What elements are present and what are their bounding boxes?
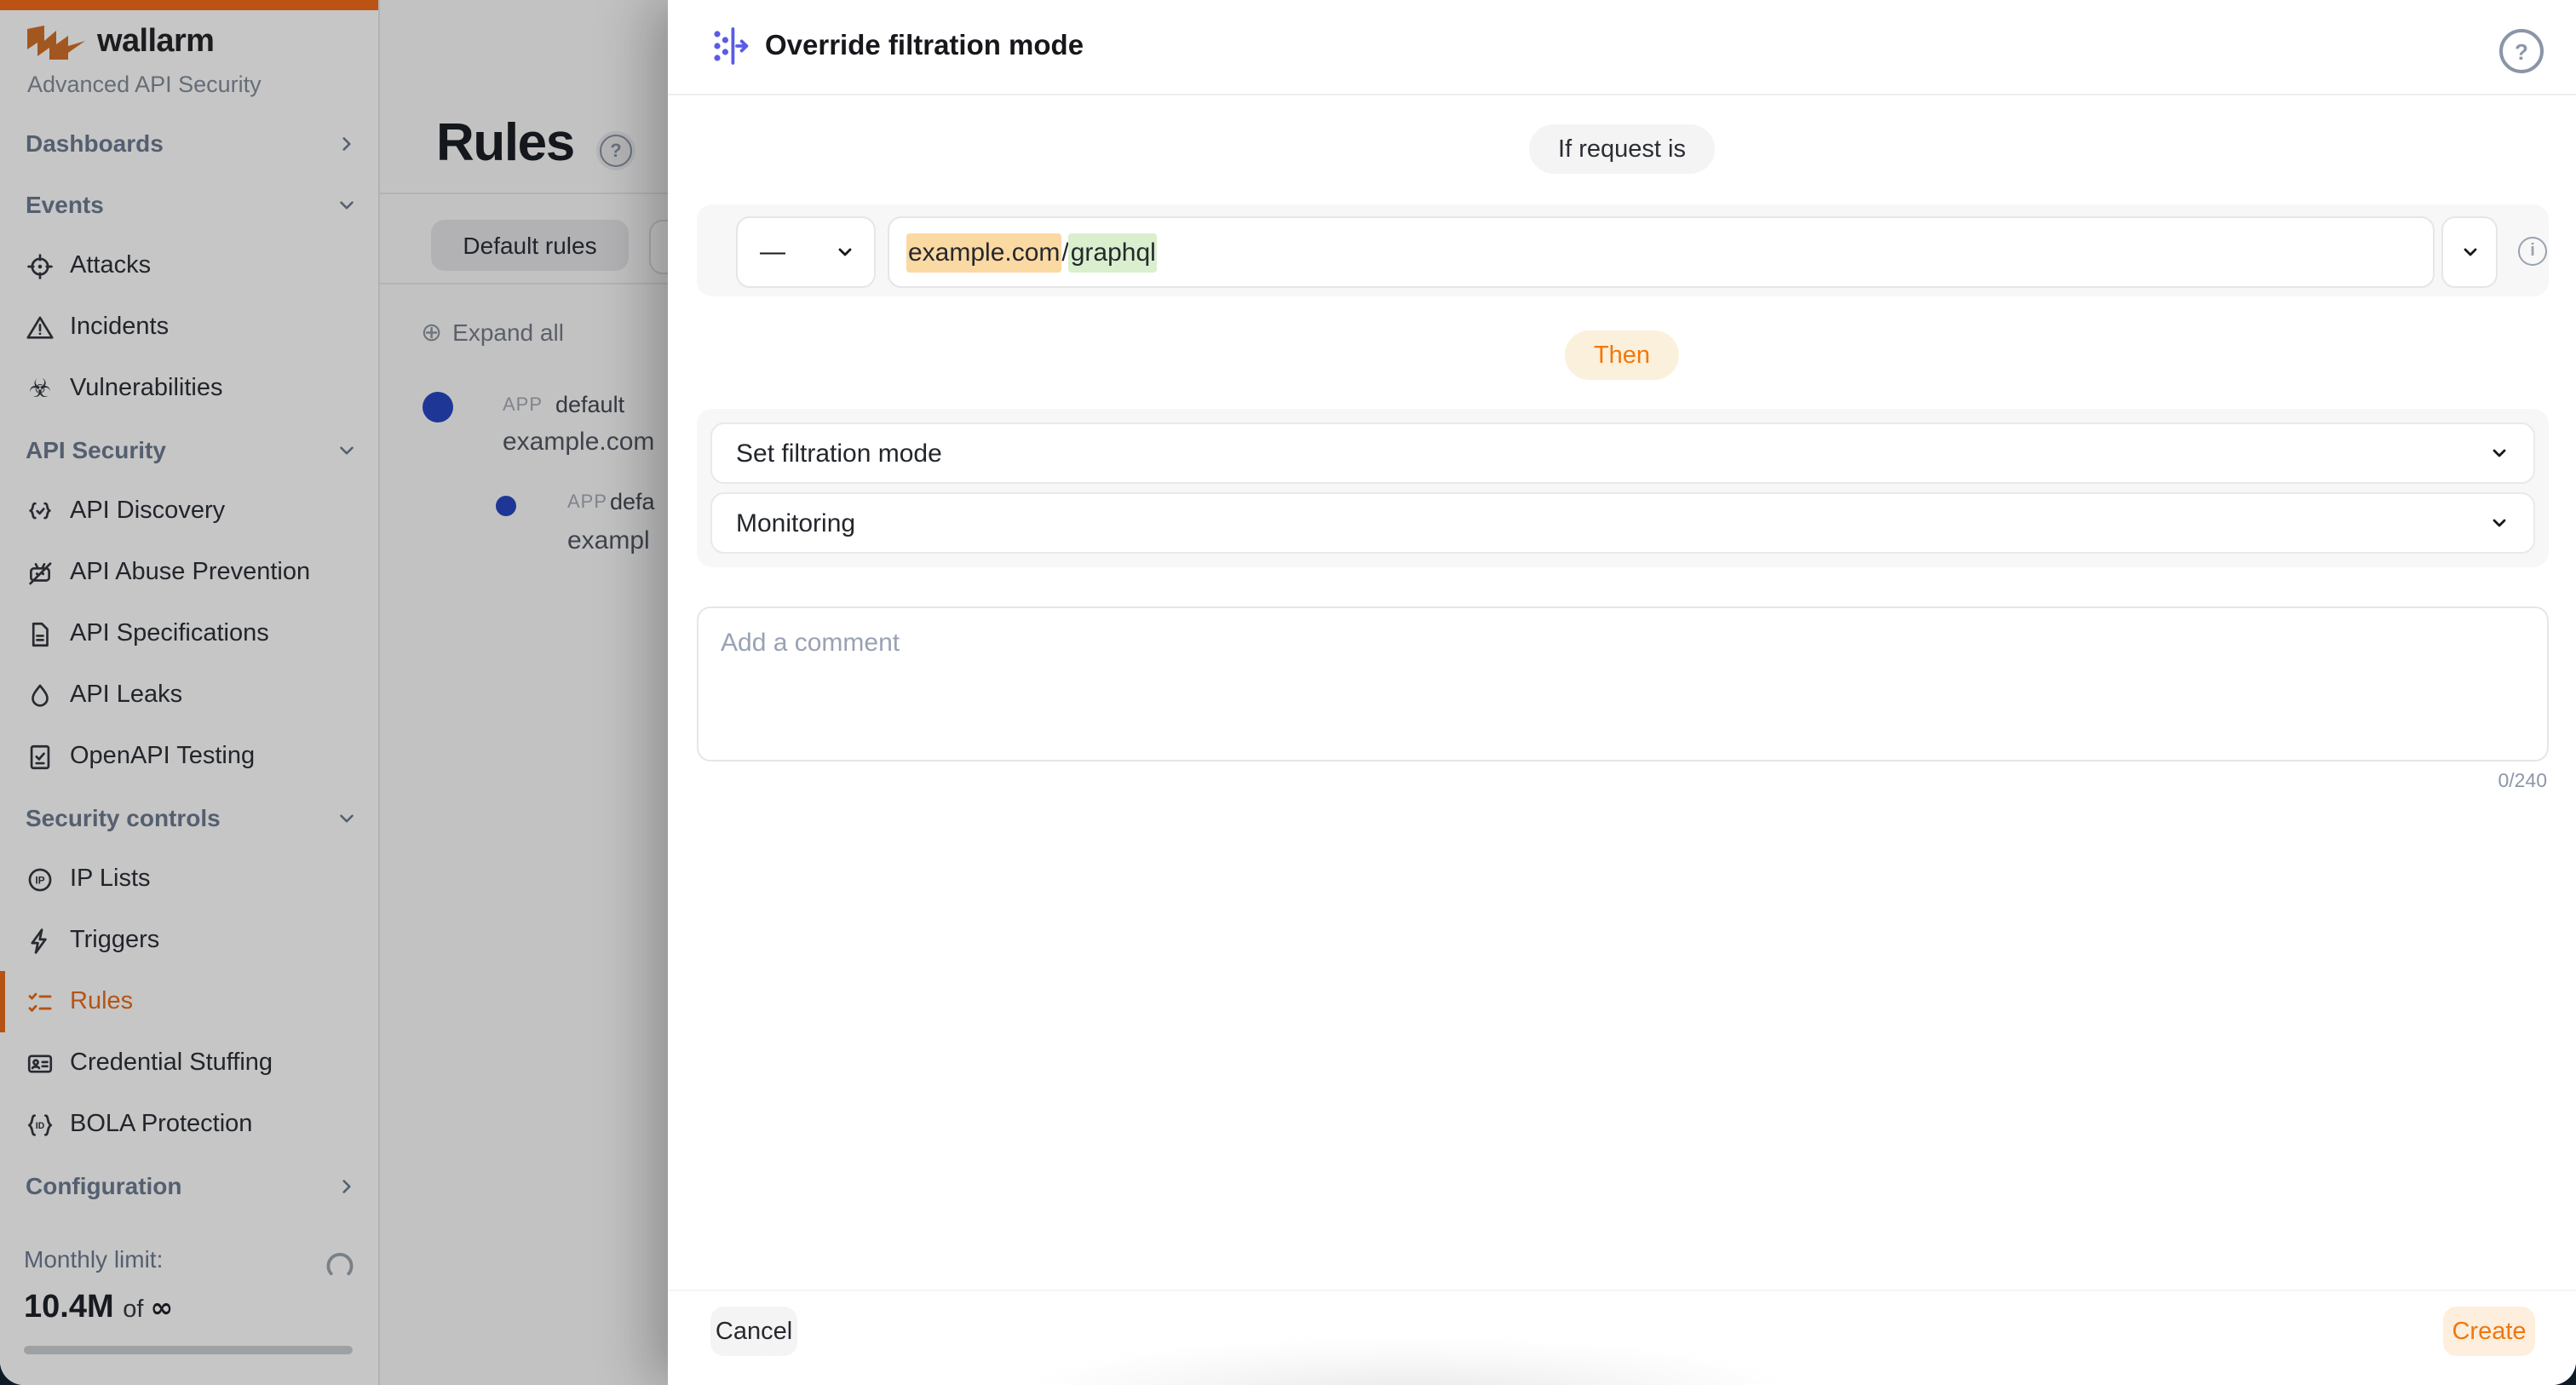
cancel-button[interactable]: Cancel — [710, 1307, 797, 1356]
operator-value: — — [760, 238, 785, 267]
condition-row: — example.com/graphql i — [697, 204, 2549, 296]
app-window: wallarm Advanced API Security Dashboards… — [0, 0, 2576, 1385]
condition-value-input[interactable]: example.com/graphql — [888, 216, 2435, 288]
modal-help-icon[interactable]: ? — [2499, 29, 2544, 73]
separator-token: / — [1061, 238, 1068, 267]
condition-operator-select[interactable]: — — [736, 216, 876, 288]
action-section: Set filtration mode Monitoring — [697, 409, 2549, 567]
modal-footer: Cancel Create — [668, 1290, 2576, 1385]
chevron-down-icon — [2489, 513, 2510, 533]
path-token: graphql — [1069, 233, 1158, 272]
chevron-down-icon — [2459, 242, 2480, 262]
comment-input[interactable] — [697, 606, 2549, 761]
chevron-down-icon — [2489, 443, 2510, 463]
modal-header: Override filtration mode ? — [668, 0, 2576, 95]
create-button[interactable]: Create — [2443, 1307, 2535, 1356]
chevron-down-icon — [835, 242, 855, 262]
action-type-select[interactable]: Set filtration mode — [710, 422, 2535, 484]
char-counter: 0/240 — [2498, 772, 2547, 792]
then-pill: Then — [1565, 330, 1679, 380]
host-token: example.com — [906, 233, 1061, 272]
if-request-pill: If request is — [1529, 124, 1715, 174]
override-filtration-modal: Override filtration mode ? If request is… — [668, 0, 2576, 1385]
filtration-flow-icon — [710, 24, 751, 68]
filtration-mode-select[interactable]: Monitoring — [710, 492, 2535, 554]
info-icon[interactable]: i — [2518, 237, 2547, 266]
condition-expand-button[interactable] — [2441, 216, 2498, 288]
modal-title: Override filtration mode — [765, 31, 1084, 63]
